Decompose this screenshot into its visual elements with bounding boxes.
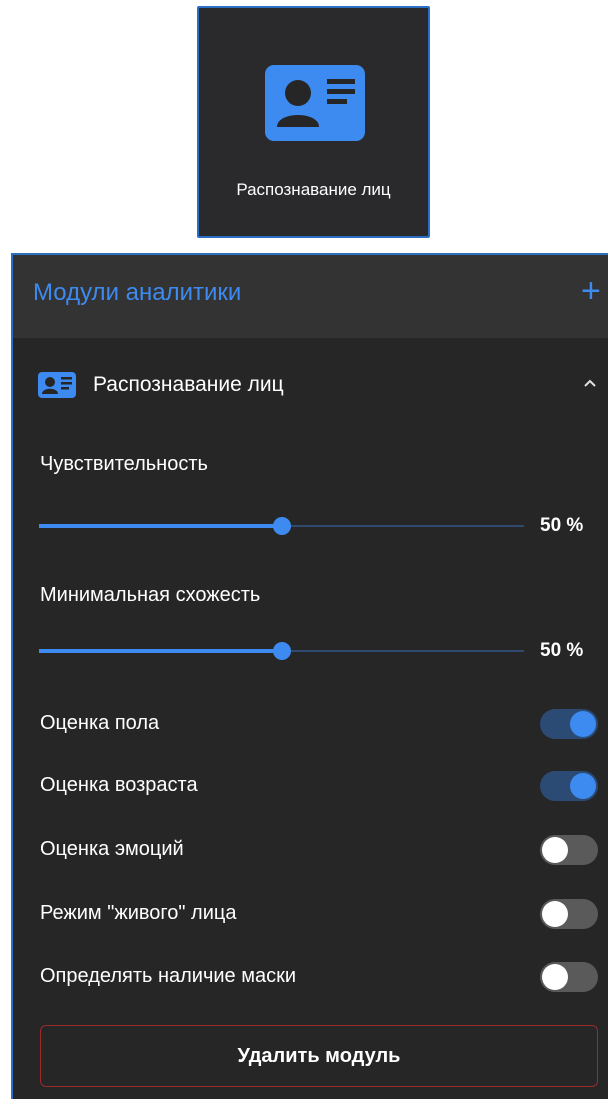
toggle-knob [542, 964, 568, 990]
min-similarity-slider[interactable] [39, 639, 524, 663]
id-card-icon [265, 65, 365, 141]
chevron-up-icon[interactable] [583, 371, 597, 395]
module-title: Распознавание лиц [93, 373, 284, 396]
sensitivity-value: 50 % [540, 515, 584, 536]
panel-title: Модули аналитики [33, 279, 242, 306]
delete-module-button[interactable]: Удалить модуль [40, 1025, 598, 1087]
toggle-knob [542, 837, 568, 863]
age-estimation-toggle[interactable] [540, 771, 598, 801]
age-estimation-label: Оценка возраста [40, 774, 198, 796]
slider-thumb[interactable] [272, 642, 291, 660]
analytics-modules-panel: Модули аналитики + Распознавание лиц Чув… [11, 253, 608, 1099]
toggle-knob [570, 711, 596, 737]
gender-estimation-label: Оценка пола [40, 712, 160, 734]
add-module-button[interactable]: + [581, 271, 608, 311]
min-similarity-value: 50 % [540, 640, 584, 661]
slider-fill [39, 524, 282, 528]
min-similarity-label: Минимальная схожесть [40, 584, 261, 606]
slider-thumb[interactable] [272, 517, 291, 535]
liveness-mode-label: Режим "живого" лица [40, 902, 237, 924]
slider-fill [39, 649, 282, 653]
mask-detection-toggle[interactable] [540, 962, 598, 992]
sensitivity-slider[interactable] [39, 514, 524, 538]
panel-header: Модули аналитики + [13, 255, 608, 338]
id-card-icon [38, 372, 76, 398]
module-header-face-recognition[interactable]: Распознавание лиц [13, 365, 608, 405]
liveness-mode-toggle[interactable] [540, 899, 598, 929]
gender-estimation-toggle[interactable] [540, 709, 598, 739]
toggle-knob [570, 773, 596, 799]
emotion-estimation-toggle[interactable] [540, 835, 598, 865]
tile-label: Распознавание лиц [236, 180, 391, 199]
module-tile-face-recognition[interactable]: Распознавание лиц [197, 6, 430, 238]
emotion-estimation-label: Оценка эмоций [40, 838, 184, 860]
mask-detection-label: Определять наличие маски [40, 965, 297, 987]
toggle-knob [542, 901, 568, 927]
sensitivity-label: Чувствительность [40, 453, 208, 475]
